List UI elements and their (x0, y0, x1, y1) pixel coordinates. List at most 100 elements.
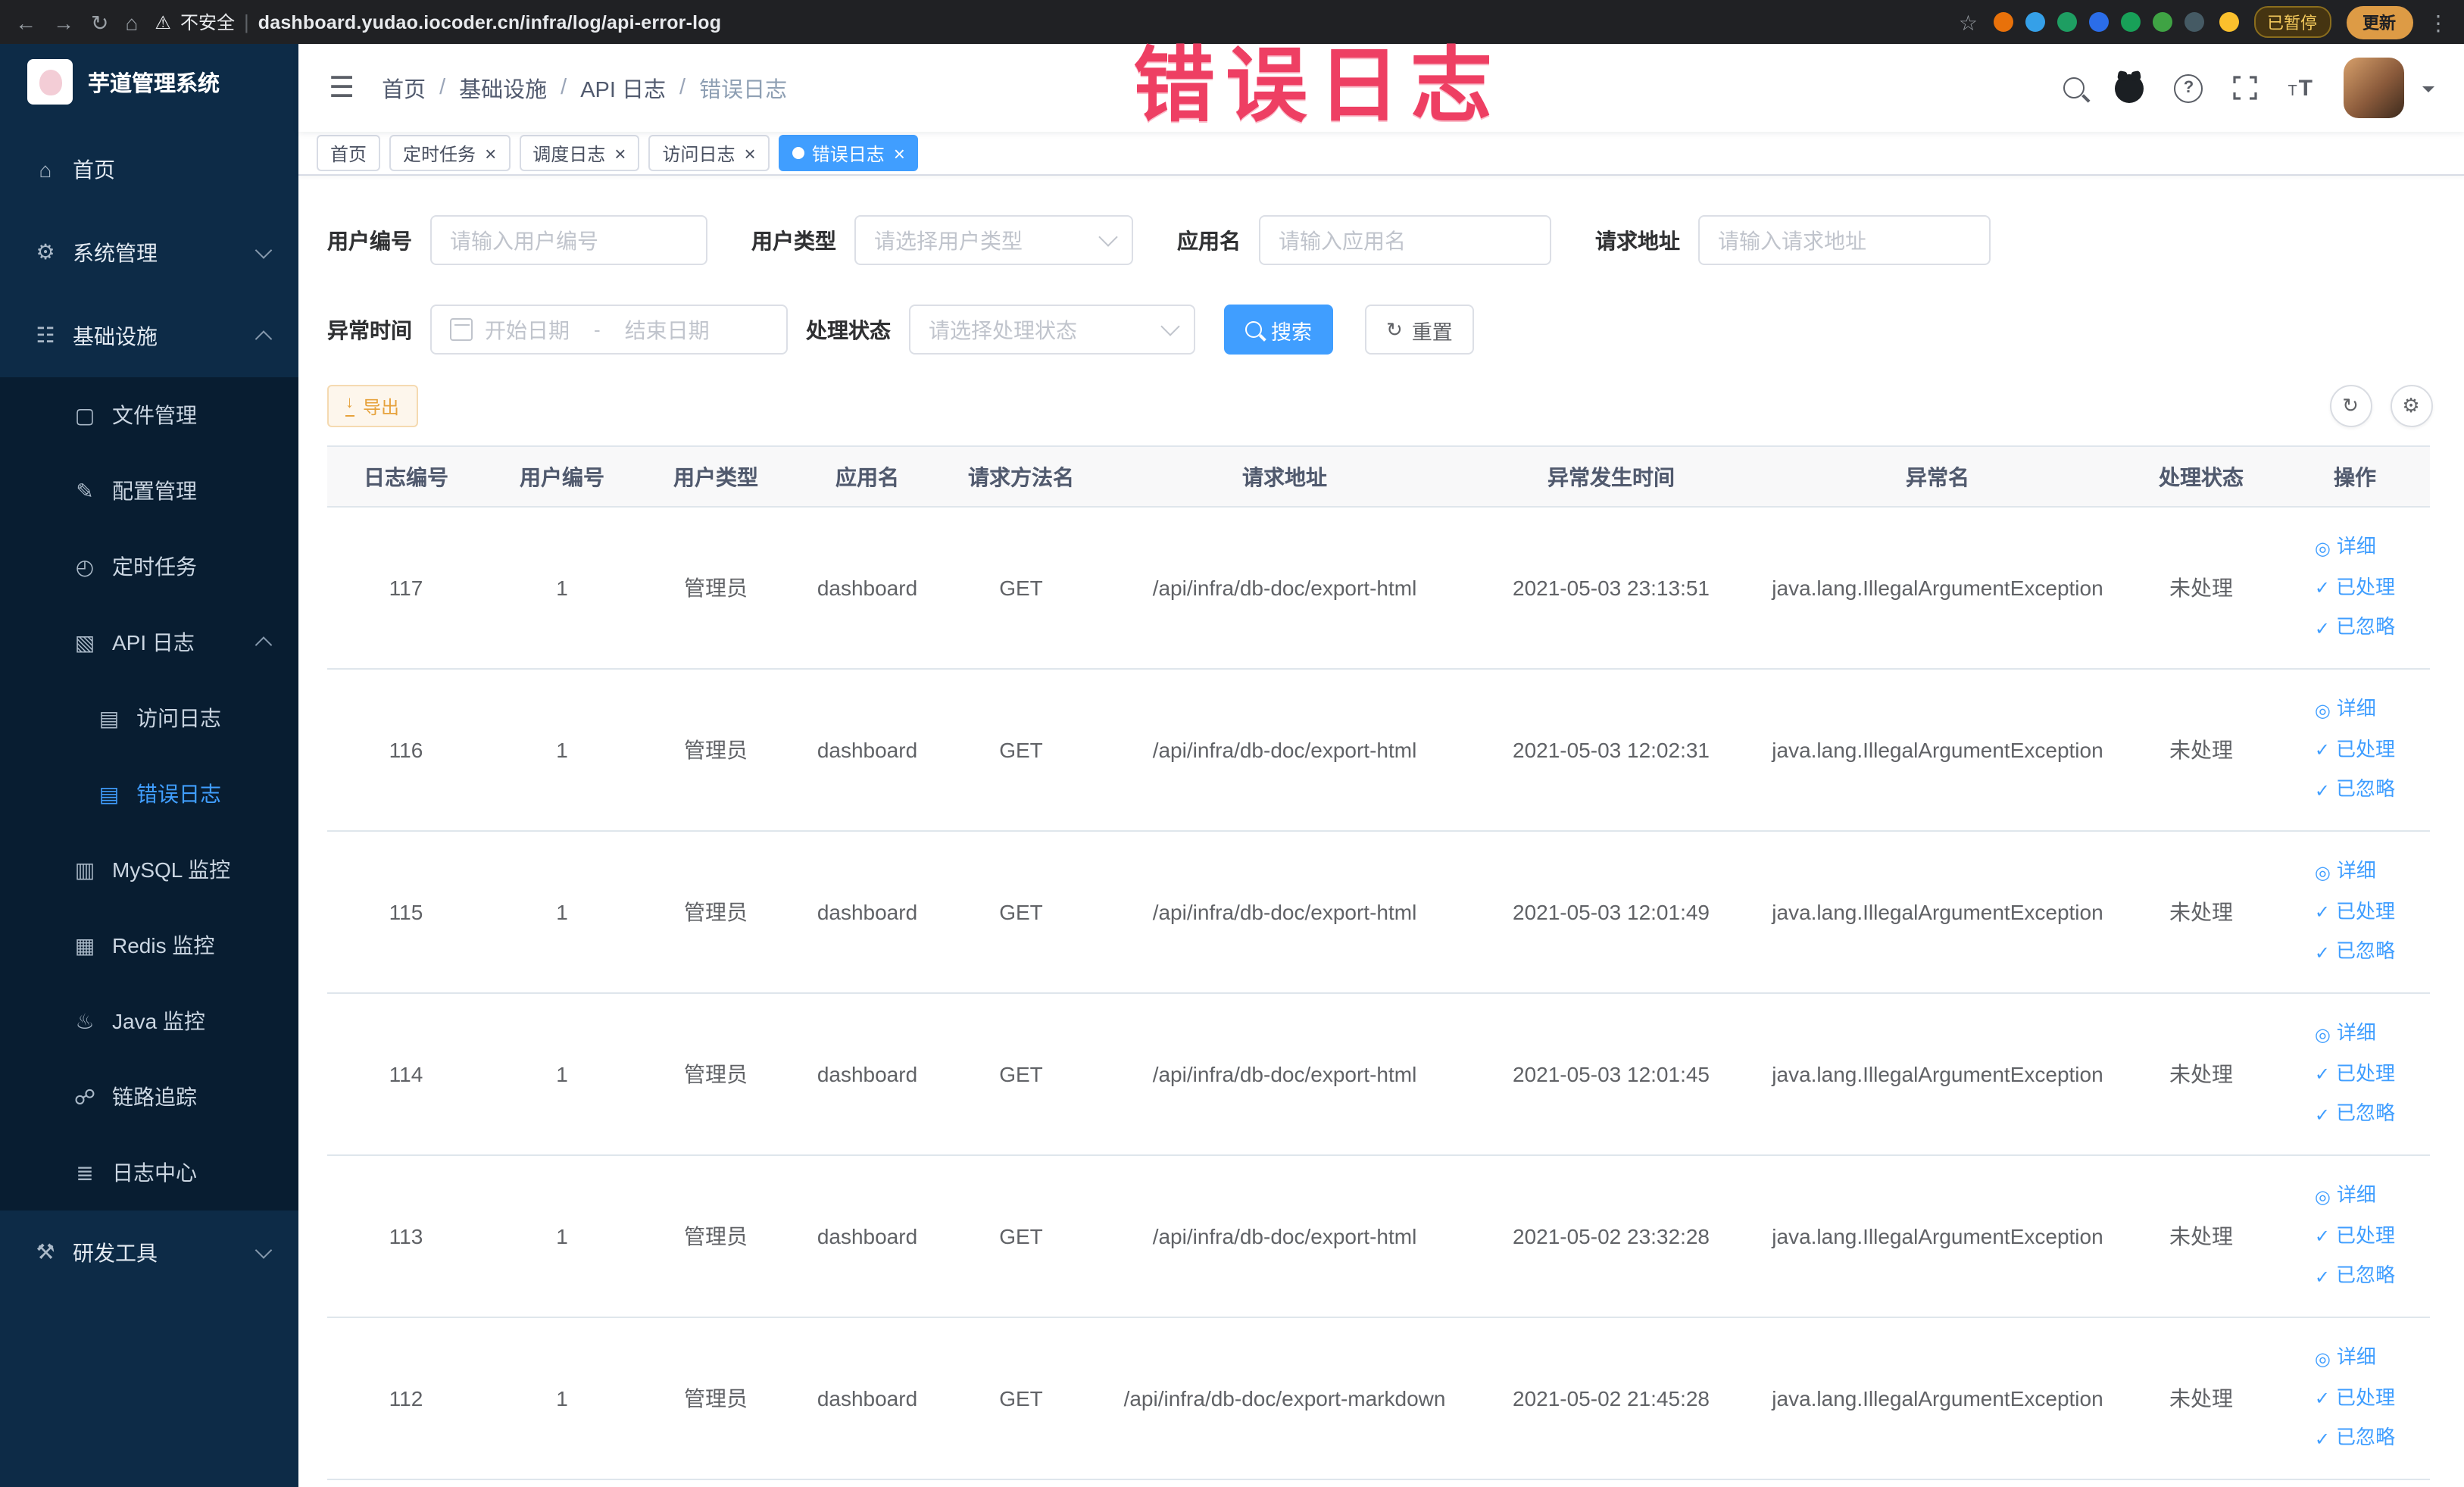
download-icon: ↓ (345, 395, 354, 417)
reset-button[interactable]: ↻ 重置 (1365, 305, 1474, 355)
sidebar-item-log-center[interactable]: ≣ 日志中心 (0, 1135, 298, 1211)
app-name-input[interactable] (1259, 215, 1551, 265)
hamburger-icon[interactable]: ☰ (329, 70, 354, 105)
detail-link[interactable]: ◎ 详细 (2315, 1176, 2395, 1217)
detail-link[interactable]: ◎ 详细 (2315, 528, 2395, 568)
sidebar-item-java[interactable]: ♨ Java 监控 (0, 983, 298, 1059)
cell-user_id: 1 (485, 507, 639, 670)
sidebar-item-job[interactable]: ◴ 定时任务 (0, 529, 298, 604)
refresh-button[interactable]: ↻ (2329, 385, 2372, 427)
sidebar-item-trace[interactable]: ☍ 链路追踪 (0, 1059, 298, 1135)
user-id-input[interactable] (430, 215, 707, 265)
exception-time-range[interactable]: 开始日期 - 结束日期 (430, 305, 788, 355)
sidebar-item-mysql[interactable]: ▥ MySQL 监控 (0, 832, 298, 908)
column-header: 处理状态 (2122, 445, 2280, 508)
app-logo[interactable]: 芋道管理系统 (0, 44, 298, 120)
extension-icon[interactable] (2056, 12, 2076, 32)
back-icon[interactable]: ← (15, 11, 36, 33)
sidebar-item-access-log[interactable]: ▤ 访问日志 (0, 680, 298, 756)
extension-icon[interactable] (2184, 12, 2203, 32)
help-icon[interactable]: ? (2174, 73, 2203, 102)
close-icon[interactable]: × (894, 143, 905, 163)
forward-icon[interactable]: → (53, 11, 74, 33)
tab-job[interactable]: 定时任务 × (389, 135, 511, 171)
detail-link[interactable]: ◎ 详细 (2315, 852, 2395, 892)
ignored-link[interactable]: ✓ 已忽略 (2315, 1419, 2395, 1459)
browser-home-icon[interactable]: ⌂ (125, 11, 138, 33)
table-row: 116 1 管理员 dashboard GET/api/infra/db-doc/exp… (327, 669, 2430, 832)
action-label: 详细 (2336, 697, 2376, 720)
breadcrumb-item[interactable]: 基础设施 (459, 72, 547, 104)
cell-user_id: 1 (485, 669, 639, 832)
user-avatar[interactable] (2343, 58, 2403, 118)
detail-link[interactable]: ◎ 详细 (2315, 1339, 2395, 1379)
processed-link[interactable]: ✓ 已处理 (2315, 892, 2395, 932)
column-settings-button[interactable]: ⚙ (2390, 385, 2432, 427)
tab-label: 错误日志 (811, 143, 885, 164)
clock-icon: ◴ (75, 554, 95, 578)
sidebar-item-home[interactable]: ⌂ 首页 (0, 127, 298, 211)
font-size-icon[interactable]: TT (2288, 77, 2313, 99)
extension-icon[interactable] (1993, 12, 2013, 32)
extension-icon[interactable] (2120, 12, 2140, 32)
processed-link[interactable]: ✓ 已处理 (2315, 1379, 2395, 1419)
sidebar-item-redis[interactable]: ▦ Redis 监控 (0, 908, 298, 983)
detail-link[interactable]: ◎ 详细 (2315, 1014, 2395, 1054)
sidebar-item-config[interactable]: ✎ 配置管理 (0, 453, 298, 529)
reload-icon[interactable]: ↻ (91, 11, 108, 33)
extension-icon[interactable] (2088, 12, 2108, 32)
tab-access-log[interactable]: 访问日志 × (648, 135, 770, 171)
close-icon[interactable]: × (614, 143, 626, 163)
ignored-link[interactable]: ✓ 已忽略 (2315, 1095, 2395, 1135)
sidebar-item-infra[interactable]: ☷ 基础设施 (0, 294, 298, 377)
sidebar-item-error-log[interactable]: ▤ 错误日志 (0, 756, 298, 832)
cell-time: 2021-05-03 12:02:31 (1469, 669, 1753, 832)
processed-link[interactable]: ✓ 已处理 (2315, 1054, 2395, 1095)
cell-user_type: 管理员 (639, 507, 792, 670)
search-button[interactable]: 搜索 (1224, 305, 1333, 355)
process-status-select[interactable]: 请选择处理状态 (909, 305, 1195, 355)
processed-link[interactable]: ✓ 已处理 (2315, 568, 2395, 608)
date-range-separator: - (594, 318, 601, 341)
user-type-select[interactable]: 请选择用户类型 (854, 215, 1133, 265)
cell-app: dashboard (792, 831, 942, 994)
breadcrumb-item[interactable]: 首页 (382, 72, 426, 104)
sidebar-item-system[interactable]: ⚙ 系统管理 (0, 211, 298, 294)
sidebar-item-dev-tools[interactable]: ⚒ 研发工具 (0, 1211, 298, 1294)
processed-link[interactable]: ✓ 已处理 (2315, 1217, 2395, 1257)
sidebar-item-label: 配置管理 (112, 479, 197, 503)
fullscreen-icon[interactable] (2233, 76, 2258, 100)
extensions (1993, 12, 2203, 32)
sidebar-item-file[interactable]: ▢ 文件管理 (0, 377, 298, 453)
ignored-link[interactable]: ✓ 已忽略 (2315, 1257, 2395, 1297)
tab-home[interactable]: 首页 (317, 135, 381, 171)
caret-down-icon[interactable] (2422, 86, 2434, 98)
tab-label: 调度日志 (532, 143, 606, 164)
security-label[interactable]: 不安全 (180, 9, 235, 35)
close-icon[interactable]: × (485, 143, 496, 163)
calendar-icon (450, 318, 473, 341)
ignored-link[interactable]: ✓ 已忽略 (2315, 770, 2395, 811)
ignored-link[interactable]: ✓ 已忽略 (2315, 932, 2395, 973)
url-bar[interactable]: dashboard.yudao.iocoder.cn/infra/log/api… (258, 11, 721, 33)
action-label: 已处理 (2336, 1385, 2396, 1409)
update-button[interactable]: 更新 (2346, 5, 2412, 39)
tab-job-log[interactable]: 调度日志 × (519, 135, 640, 171)
request-url-input[interactable] (1698, 215, 1991, 265)
end-date-placeholder: 结束日期 (624, 317, 710, 342)
breadcrumb-item[interactable]: API 日志 (580, 72, 666, 104)
extension-icon[interactable] (2025, 12, 2044, 32)
ignored-link[interactable]: ✓ 已忽略 (2315, 608, 2395, 648)
search-icon[interactable] (2063, 77, 2085, 98)
export-button[interactable]: ↓ 导出 (327, 385, 418, 427)
github-icon[interactable] (2115, 73, 2144, 102)
browser-menu-icon[interactable]: ⋮ (2428, 11, 2449, 33)
extension-icon[interactable] (2152, 12, 2172, 32)
tab-error-log[interactable]: 错误日志 × (778, 135, 919, 171)
cell-url: /api/infra/db-doc/export-html (1100, 993, 1469, 1156)
processed-link[interactable]: ✓ 已处理 (2315, 730, 2395, 770)
sidebar-item-api-log[interactable]: ▧ API 日志 (0, 604, 298, 680)
detail-link[interactable]: ◎ 详细 (2315, 690, 2395, 730)
close-icon[interactable]: × (745, 143, 756, 163)
bookmark-star-icon[interactable]: ☆ (1959, 11, 1978, 33)
